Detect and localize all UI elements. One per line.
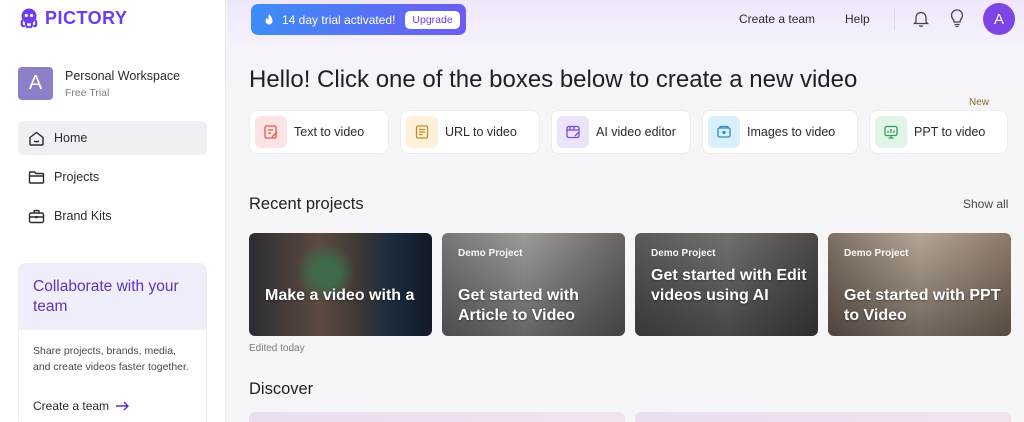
workspace-plan: Free Trial	[65, 86, 110, 99]
trial-text: 14 day trial activated!	[282, 12, 396, 27]
action-label: URL to video	[445, 125, 517, 139]
discover-card[interactable]	[249, 412, 625, 422]
help-link[interactable]: Help	[845, 12, 870, 26]
sidebar-item-home[interactable]: Home	[18, 121, 207, 155]
project-edited-time: Edited today	[249, 343, 305, 354]
project-title: Get started with Article to Video	[458, 287, 579, 324]
sidebar-item-label: Brand Kits	[54, 209, 112, 223]
lightbulb-icon	[950, 9, 964, 28]
discover-list	[249, 412, 1011, 422]
text-to-video-button[interactable]: Text to video	[249, 110, 389, 154]
sidebar-item-label: Home	[54, 131, 88, 145]
ai-video-editor-button[interactable]: AI video editor	[551, 110, 691, 154]
briefcase-icon	[28, 209, 45, 223]
discover-heading: Discover	[249, 380, 314, 398]
workspace-switcher[interactable]: A Personal Workspace Free Trial	[18, 67, 180, 100]
sidebar-item-brand-kits[interactable]: Brand Kits	[18, 199, 207, 233]
url-to-video-icon	[406, 116, 438, 148]
recent-projects-heading: Recent projects	[249, 195, 364, 213]
text-to-video-icon	[255, 116, 287, 148]
home-icon	[29, 131, 44, 146]
arrow-right-icon	[116, 401, 130, 411]
action-label: Text to video	[294, 125, 365, 139]
action-label: Images to video	[747, 125, 836, 139]
notifications-button[interactable]	[912, 9, 930, 33]
action-label: AI video editor	[596, 125, 676, 139]
project-card[interactable]: Demo Project Get started with Article to…	[442, 233, 625, 336]
images-to-video-button[interactable]: Images to video	[702, 110, 858, 154]
demo-project-tag: Demo Project	[458, 248, 523, 259]
discover-card[interactable]	[635, 412, 1011, 422]
create-team-button[interactable]: Create a team	[739, 12, 815, 26]
sidebar-item-projects[interactable]: Projects	[18, 160, 207, 194]
demo-project-tag: Demo Project	[844, 248, 909, 259]
recent-projects-list: Make a video with a Demo Project Get sta…	[249, 233, 1011, 336]
pictory-logo[interactable]: PICTORY	[18, 7, 128, 29]
project-title: Get started with PPT to Video	[844, 287, 1001, 324]
flame-icon	[265, 14, 273, 25]
upgrade-button[interactable]: Upgrade	[405, 10, 460, 29]
project-title: Get started with Edit videos using AI	[651, 267, 807, 304]
collaborate-card: Collaborate with your team Share project…	[18, 263, 207, 422]
project-title: Make a video with a	[265, 287, 415, 304]
sidebar: PICTORY A Personal Workspace Free Trial …	[0, 0, 226, 422]
ppt-to-video-icon	[875, 116, 907, 148]
show-all-link[interactable]: Show all	[963, 197, 1008, 211]
tips-button[interactable]	[949, 9, 965, 33]
collaborate-title: Collaborate with your team	[19, 264, 206, 330]
folder-icon	[28, 170, 45, 184]
sidebar-nav: Home Projects Brand Kits	[18, 121, 207, 238]
main-content: 14 day trial activated! Upgrade Create a…	[227, 0, 1024, 422]
action-label: PPT to video	[914, 125, 986, 139]
workspace-avatar: A	[18, 67, 53, 100]
ppt-to-video-button[interactable]: New PPT to video	[869, 97, 1008, 154]
sidebar-item-label: Projects	[54, 170, 100, 184]
project-card[interactable]: Make a video with a	[249, 233, 432, 336]
topbar-divider	[894, 8, 895, 30]
octopus-logo-icon	[20, 8, 38, 29]
logo-text: PICTORY	[45, 7, 128, 28]
create-team-link[interactable]: Create a team	[33, 399, 130, 413]
collaborate-description: Share projects, brands, media, and creat…	[33, 345, 189, 373]
workspace-name: Personal Workspace	[65, 68, 181, 83]
project-card[interactable]: Demo Project Get started with Edit video…	[635, 233, 818, 336]
demo-project-tag: Demo Project	[651, 248, 716, 259]
url-to-video-button[interactable]: URL to video	[400, 110, 540, 154]
create-team-link-label: Create a team	[33, 399, 110, 413]
bell-icon	[912, 11, 930, 27]
new-badge: New	[968, 97, 989, 108]
user-avatar[interactable]: A	[983, 3, 1015, 35]
create-options: Text to video URL to video AI video edit…	[249, 97, 1008, 154]
trial-banner: 14 day trial activated! Upgrade	[251, 4, 466, 35]
images-to-video-icon	[708, 116, 740, 148]
ai-video-editor-icon	[557, 116, 589, 148]
project-card[interactable]: Demo Project Get started with PPT to Vid…	[828, 233, 1011, 336]
page-title: Hello! Click one of the boxes below to c…	[249, 66, 858, 93]
